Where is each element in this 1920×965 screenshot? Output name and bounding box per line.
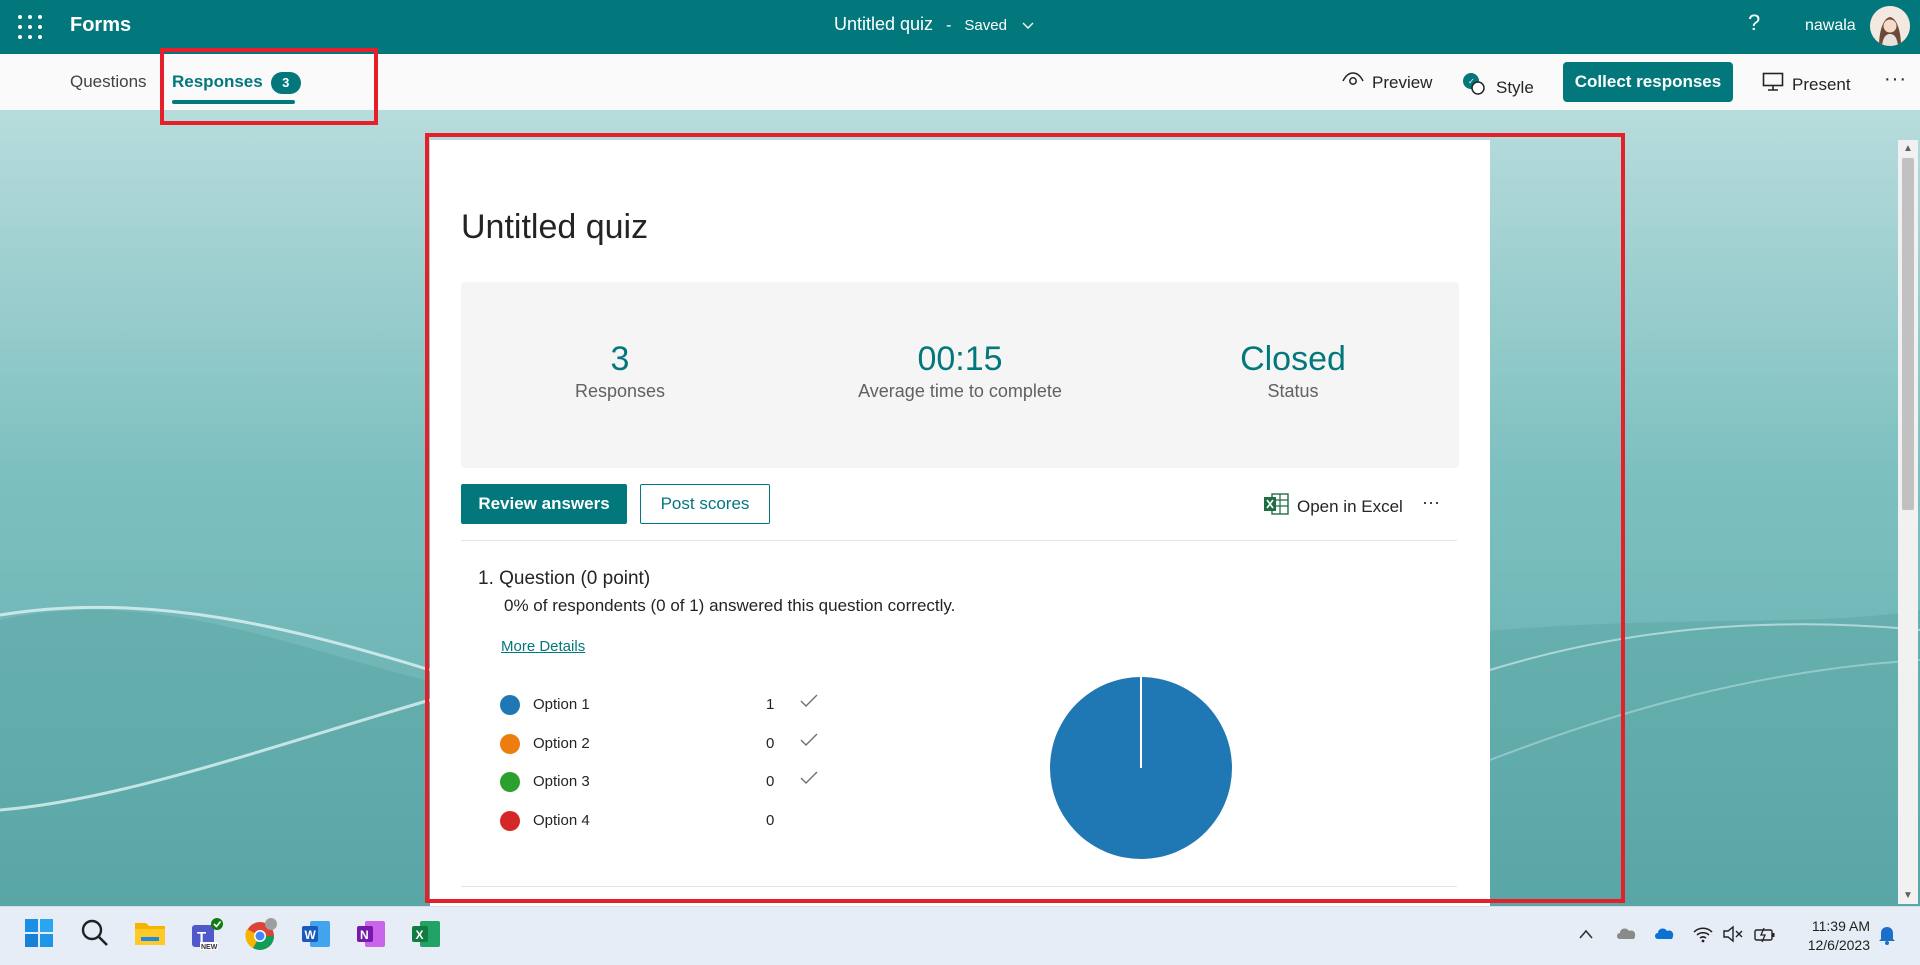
- legend-dot-icon: [500, 734, 520, 754]
- scrollbar-thumb[interactable]: [1902, 158, 1914, 510]
- wifi-icon[interactable]: [1692, 925, 1714, 948]
- excel-app-icon[interactable]: X: [410, 918, 444, 952]
- title-separator: -: [946, 17, 952, 34]
- preview-button[interactable]: Preview: [1342, 72, 1432, 93]
- user-name[interactable]: nawala: [1805, 17, 1856, 35]
- present-button[interactable]: Present: [1762, 72, 1851, 97]
- quiz-title: Untitled quiz: [461, 208, 649, 246]
- question-title: 1. Question (0 point): [478, 568, 650, 590]
- present-label: Present: [1792, 74, 1851, 94]
- help-button[interactable]: ?: [1748, 10, 1760, 36]
- legend-option-count: 1: [766, 696, 775, 713]
- document-title-text: Untitled quiz: [834, 14, 934, 34]
- legend-option-count: 0: [766, 812, 775, 829]
- clock-time: 11:39 AM: [1811, 918, 1870, 934]
- style-button[interactable]: ✓ Style: [1462, 72, 1534, 103]
- legend-item: Option 4 0: [500, 810, 830, 832]
- legend-option-name: Option 3: [533, 773, 590, 790]
- question-number: 1.: [478, 568, 494, 589]
- legend-option-name: Option 4: [533, 812, 590, 829]
- stat-responses: 3 Responses: [520, 340, 720, 402]
- legend-option-name: Option 1: [533, 696, 590, 713]
- file-explorer-icon[interactable]: [134, 918, 168, 952]
- stat-status: Closed Status: [1193, 340, 1393, 402]
- onedrive-icon[interactable]: [1653, 925, 1677, 946]
- battery-charging-icon[interactable]: [1753, 925, 1777, 948]
- legend-dot-icon: [500, 811, 520, 831]
- app-name[interactable]: Forms: [70, 14, 131, 37]
- stat-status-label: Status: [1267, 381, 1319, 401]
- collect-responses-button[interactable]: Collect responses: [1563, 62, 1733, 102]
- open-in-excel-button[interactable]: Open in Excel: [1263, 492, 1403, 521]
- svg-text:NEW: NEW: [201, 944, 218, 951]
- stat-responses-label: Responses: [574, 381, 666, 401]
- responses-count-badge: 3: [270, 72, 301, 94]
- more-details-link[interactable]: More Details: [501, 638, 585, 655]
- stat-status-value: Closed: [1240, 340, 1346, 378]
- avatar[interactable]: [1870, 6, 1910, 46]
- system-clock[interactable]: 11:39 AM 12/6/2023: [1790, 917, 1870, 955]
- onenote-icon[interactable]: N: [355, 918, 389, 952]
- top-bar: Forms Untitled quiz - Saved ? nawala: [0, 0, 1920, 54]
- scroll-up-arrow-icon[interactable]: ▲: [1903, 143, 1913, 154]
- divider: [461, 886, 1457, 887]
- speaker-muted-icon[interactable]: [1722, 925, 1744, 948]
- excel-icon: [1263, 492, 1289, 521]
- legend-item: Option 3 0: [500, 771, 830, 793]
- chrome-icon[interactable]: [244, 918, 278, 952]
- legend-item: Option 2 0: [500, 733, 830, 755]
- document-title[interactable]: Untitled quiz - Saved: [834, 14, 1034, 35]
- question-summary: 0% of respondents (0 of 1) answered this…: [504, 596, 956, 615]
- app-launcher-icon[interactable]: [18, 15, 42, 39]
- taskbar: T NEW W N X 11:39 AM 12/6/2023: [0, 906, 1920, 965]
- stat-responses-value: 3: [610, 340, 630, 378]
- more-options-button[interactable]: ···: [1884, 68, 1907, 91]
- palette-icon: ✓: [1462, 72, 1488, 103]
- monitor-icon: [1762, 72, 1784, 97]
- search-icon[interactable]: [80, 918, 114, 952]
- legend-dot-icon: [500, 772, 520, 792]
- windows-start-icon[interactable]: [24, 918, 58, 952]
- question-title-text: Question (0 point): [499, 568, 651, 589]
- scroll-down-arrow-icon[interactable]: ▼: [1903, 890, 1913, 901]
- style-label: Style: [1496, 77, 1534, 97]
- chevron-up-icon[interactable]: [1578, 925, 1594, 945]
- open-in-excel-label: Open in Excel: [1297, 496, 1403, 516]
- correct-check-icon: [800, 694, 818, 713]
- correct-check-icon: [800, 771, 818, 790]
- active-tab-indicator: [172, 100, 295, 104]
- tab-questions[interactable]: Questions: [70, 72, 147, 92]
- stat-average-time-value: 00:15: [917, 340, 1003, 378]
- legend-option-name: Option 2: [533, 735, 590, 752]
- preview-label: Preview: [1372, 72, 1433, 92]
- teams-icon[interactable]: T NEW: [190, 918, 224, 952]
- cloud-gray-icon[interactable]: [1615, 925, 1639, 946]
- word-icon[interactable]: W: [300, 918, 334, 952]
- clock-date: 12/6/2023: [1807, 937, 1870, 953]
- svg-text:X: X: [416, 928, 424, 942]
- divider: [461, 540, 1457, 541]
- stat-average-time-label: Average time to complete: [858, 381, 1062, 401]
- review-answers-button[interactable]: Review answers: [461, 484, 627, 524]
- correct-check-icon: [800, 733, 818, 752]
- command-bar: Questions Responses 3 Preview ✓ Style Col…: [0, 54, 1920, 111]
- response-pie-chart: [1050, 677, 1232, 859]
- legend-dot-icon: [500, 695, 520, 715]
- chevron-down-icon[interactable]: [1022, 14, 1034, 35]
- eye-icon: [1342, 72, 1364, 93]
- svg-text:N: N: [360, 928, 369, 942]
- legend-option-count: 0: [766, 773, 775, 790]
- save-status: Saved: [964, 17, 1007, 34]
- tab-responses-label: Responses: [172, 72, 263, 91]
- stat-average-time: 00:15 Average time to complete: [810, 340, 1110, 402]
- legend-item: Option 1 1: [500, 694, 830, 716]
- card-more-options-button[interactable]: ···: [1422, 492, 1440, 513]
- tab-responses[interactable]: Responses 3: [172, 72, 301, 94]
- legend-option-count: 0: [766, 735, 775, 752]
- notification-bell-icon[interactable]: [1878, 925, 1896, 950]
- svg-text:W: W: [305, 928, 317, 942]
- post-scores-button[interactable]: Post scores: [640, 484, 770, 524]
